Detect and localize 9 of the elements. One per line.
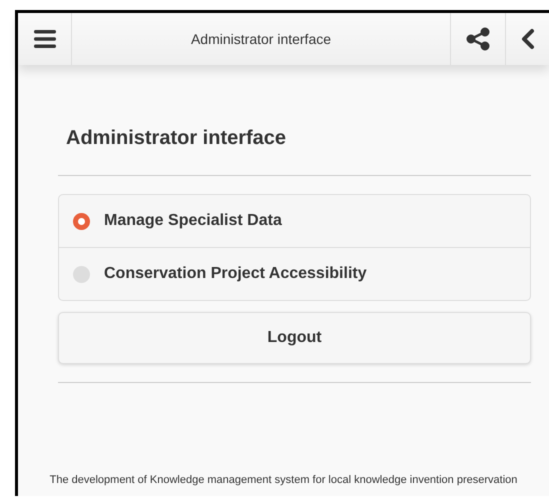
- logout-button[interactable]: Logout: [58, 312, 531, 364]
- radio-option[interactable]: Conservation Project Accessibility: [59, 247, 530, 300]
- header-title: Administrator interface: [190, 30, 332, 49]
- share-icon: [466, 27, 490, 51]
- radio-option[interactable]: Manage Specialist Data: [59, 195, 530, 247]
- footer-text: The development of Knowledge management system for local knowledge invention preservation: [48, 473, 518, 488]
- page-heading: Administrator interface: [66, 127, 288, 150]
- back-icon: [520, 28, 534, 50]
- menu-icon: [34, 30, 56, 48]
